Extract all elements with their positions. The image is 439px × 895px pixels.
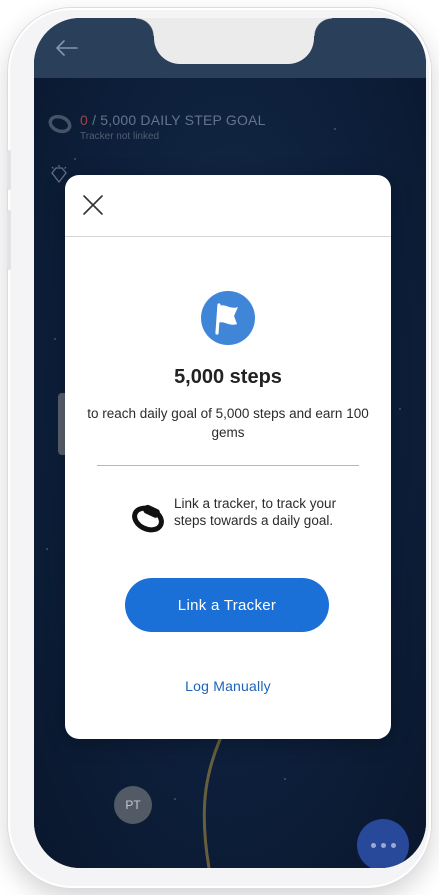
phone-side-button: [7, 210, 11, 270]
fitness-band-icon: [132, 504, 164, 533]
dialog-title: 5,000 steps: [174, 366, 282, 388]
step-goal-dialog: 5,000 steps to reach daily goal of 5,000…: [65, 175, 391, 739]
flag-icon: [201, 291, 255, 345]
dialog-description: to reach daily goal of 5,000 steps and e…: [87, 406, 369, 440]
app-screenshot: 0 / 5,000 DAILY STEP GOAL Tracker not li…: [0, 0, 439, 895]
divider: [65, 236, 391, 237]
divider: [97, 465, 359, 466]
link-tracker-button[interactable]: Link a Tracker: [125, 578, 329, 632]
tracker-message: Link a tracker, to track your steps towa…: [174, 496, 337, 528]
phone-side-button: [7, 150, 11, 190]
log-manually-link[interactable]: Log Manually: [65, 678, 391, 694]
tracker-prompt: Link a tracker, to track your steps towa…: [130, 495, 340, 537]
close-icon[interactable]: [81, 193, 105, 217]
